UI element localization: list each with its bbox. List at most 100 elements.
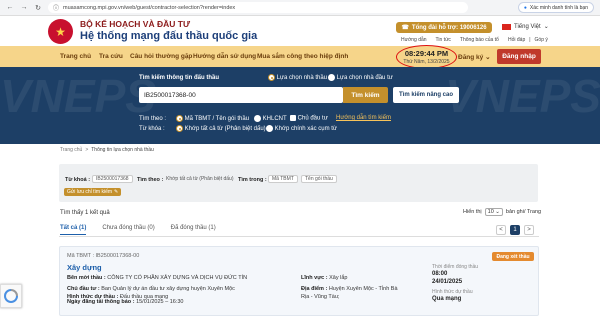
save-search-button[interactable]: Gửi lưu chỉ tìm kiếm ✎ <box>64 188 122 196</box>
filter-theo-label: Tìm theo : <box>137 177 164 183</box>
clock-widget: 08:29:44 PM Thứ Năm, 13/2/2025 <box>396 45 457 69</box>
filter-trong-tag-name: Tên gói thầu <box>301 175 337 183</box>
link-news[interactable]: Tin tức <box>436 37 451 43</box>
verify-label: Xác minh danh tính là bạn <box>529 4 588 11</box>
nav-agreement-procurement[interactable]: Mua sắm công theo hiệp định <box>257 53 348 60</box>
card-field: Lĩnh vực : Xây lắp <box>301 275 348 281</box>
advanced-search-button[interactable]: Tìm kiếm nâng cao <box>393 87 459 103</box>
link-guide[interactable]: Hướng dẫn <box>401 37 427 43</box>
card-code: Mã TBMT : IB2500017368-00 <box>67 253 140 259</box>
filter-trong-tag-code: Mã TBMT <box>268 175 298 183</box>
radio-unchecked-icon <box>254 115 261 122</box>
card-place-label: Địa điểm : <box>301 286 328 292</box>
radio-contractor[interactable]: Lựa chọn nhà thầu <box>268 74 327 81</box>
chevron-down-icon: ⌄ <box>485 54 491 61</box>
language-selector[interactable]: Tiếng Việt ⌄ <box>502 23 549 30</box>
forward-icon[interactable]: → <box>20 4 28 12</box>
radio-checked-icon <box>176 115 183 122</box>
find-by-plan-option[interactable]: KHLCNT <box>254 115 287 122</box>
card-investor-label: Chủ đầu tư : <box>67 286 100 292</box>
breadcrumb-separator: > <box>85 147 89 153</box>
find-by-code-option[interactable]: Mã TBMT / Tên gói thầu <box>176 115 249 122</box>
per-page-control: Hiển thị 10 ⌄ bản ghi/ Trang <box>463 208 541 216</box>
result-count: Tìm thấy 1 kết quả <box>60 210 110 216</box>
edit-icon: ✎ <box>114 189 119 195</box>
card-contractor-value: CÔNG TY CỔ PHẦN XÂY DỰNG VÀ DỊCH VỤ ĐỨC … <box>107 275 248 281</box>
site-info-icon[interactable]: ⓘ <box>53 3 59 12</box>
link-feedback[interactable]: Góp ý <box>535 37 548 43</box>
radio-investor[interactable]: Lựa chọn nhà đầu tư <box>328 74 393 81</box>
nav-user-guide[interactable]: Hướng dẫn sử dụng <box>193 53 256 60</box>
breadcrumb: Trang chủ > Thông tin lựa chọn nhà thầu <box>60 147 154 153</box>
search-input-value: IB2500017368-00 <box>144 91 196 99</box>
watermark-logo: VNEPS <box>445 70 600 122</box>
search-guide-link[interactable]: Hướng dẫn tìm kiếm <box>336 115 391 121</box>
nav-faq[interactable]: Câu hỏi thường gặp <box>130 53 192 60</box>
radio-unchecked-icon <box>328 74 335 81</box>
find-by-label: Tìm theo : <box>139 116 167 122</box>
back-icon[interactable]: ← <box>6 4 14 12</box>
nav-lookup[interactable]: Tra cứu <box>99 53 123 60</box>
per-page-select[interactable]: 10 ⌄ <box>484 208 503 216</box>
nav-home[interactable]: Trang chủ <box>60 53 91 60</box>
card-field-label: Lĩnh vực : <box>301 275 328 281</box>
recaptcha-badge[interactable] <box>0 284 22 308</box>
header-links: Hướng dẫn Tin tức Thông báo của tổ <box>401 37 499 43</box>
clock-date: Thứ Năm, 13/2/2025 <box>403 59 450 65</box>
phone-icon: ☎ <box>401 25 409 31</box>
browser-toolbar: ← → ↻ ⓘ muasamcong.mpi.gov.vn/web/guest/… <box>0 0 600 16</box>
card-place: Địa điểm : Huyện Xuyên Mộc - Tỉnh Bà <box>301 286 398 292</box>
reload-icon[interactable]: ↻ <box>34 4 42 12</box>
card-posted: Ngày đăng tải thông báo : 15/01/2025 – 1… <box>67 299 183 305</box>
radio-unchecked-icon <box>266 125 273 132</box>
hotline-badge[interactable]: ☎ Tổng đài hỗ trợ: 19006126 <box>396 22 492 33</box>
per-page-suffix: bản ghi/ Trang <box>505 209 542 215</box>
filter-keyword-label: Từ khoá : <box>65 177 91 183</box>
keyword-all-label: Khớp tất cả từ (Phân biệt dấu) <box>184 126 266 133</box>
page-1-button[interactable]: 1 <box>510 225 520 235</box>
header-links-2: Hỏi đáp | Góp ý <box>508 37 548 43</box>
keyword-all-option[interactable]: Khớp tất cả từ (Phân biệt dấu) <box>176 125 266 132</box>
chevron-down-icon: ⌄ <box>543 24 549 30</box>
keyword-exact-option[interactable]: Khớp chính xác cụm từ <box>266 125 337 132</box>
recaptcha-icon <box>4 289 18 303</box>
tab-open[interactable]: Chưa đóng thầu (0) <box>102 225 154 235</box>
register-link[interactable]: Đăng ký ⌄ <box>458 53 491 61</box>
radio-investor-label: Lựa chọn nhà đầu tư <box>336 75 393 82</box>
search-input[interactable]: IB2500017368-00 <box>139 87 343 103</box>
filter-keyword-tag: IB2500017368 <box>92 175 133 183</box>
login-button[interactable]: Đăng nhập <box>497 49 541 64</box>
national-emblem-icon[interactable]: ★ <box>48 19 73 44</box>
card-posted-label: Ngày đăng tải thông báo : <box>67 299 135 305</box>
keyword-exact-label: Khớp chính xác cụm từ <box>274 126 337 133</box>
clock-time: 08:29:44 PM <box>404 49 449 58</box>
card-title[interactable]: Xây dựng <box>67 263 102 272</box>
next-page-button[interactable]: > <box>524 225 534 235</box>
prev-page-button[interactable]: < <box>496 225 506 235</box>
filter-theo-value: Khớp tất cả từ (Phân biệt dấu) <box>166 176 234 182</box>
tab-all[interactable]: Tất cả (1) <box>60 225 87 235</box>
card-investor: Chủ đầu tư : Ban Quản lý dự án đầu tư xâ… <box>67 286 235 292</box>
find-by-investor-option[interactable]: Chủ đầu tư <box>290 115 328 122</box>
checkbox-icon <box>290 115 296 121</box>
url-text: muasamcong.mpi.gov.vn/web/guest/contract… <box>63 4 236 11</box>
tab-closed[interactable]: Đã đóng thầu (1) <box>171 225 216 235</box>
filter-summary <box>59 164 538 202</box>
close-time-label: Thời điểm đóng thầu <box>432 264 479 270</box>
search-button[interactable]: Tìm kiếm <box>343 87 388 103</box>
ministry-name: BỘ KẾ HOẠCH VÀ ĐẦU TƯ <box>80 19 190 29</box>
verify-identity-button[interactable]: ● Xác minh danh tính là bạn <box>517 2 594 13</box>
link-notices[interactable]: Thông báo của tổ <box>460 37 499 43</box>
register-label: Đăng ký <box>458 54 484 61</box>
address-bar[interactable]: ⓘ muasamcong.mpi.gov.vn/web/guest/contra… <box>48 2 468 13</box>
radio-contractor-label: Lựa chọn nhà thầu <box>276 75 328 82</box>
bid-form-value: Qua mạng <box>432 296 462 302</box>
card-contractor-label: Bên mời thầu : <box>67 275 106 281</box>
filter-trong-label: Tìm trong : <box>238 177 267 183</box>
status-badge: Đang xét thầu <box>492 252 534 261</box>
breadcrumb-home[interactable]: Trang chủ <box>60 147 82 153</box>
card-investor-value: Ban Quản lý dự án đầu tư xây dựng huyện … <box>101 286 235 292</box>
search-title: Tìm kiếm thông tin đấu thầu <box>139 75 219 81</box>
site-header: ★ BỘ KẾ HOẠCH VÀ ĐẦU TƯ Hệ thống mạng đấ… <box>0 16 600 46</box>
link-faq[interactable]: Hỏi đáp <box>508 37 525 43</box>
